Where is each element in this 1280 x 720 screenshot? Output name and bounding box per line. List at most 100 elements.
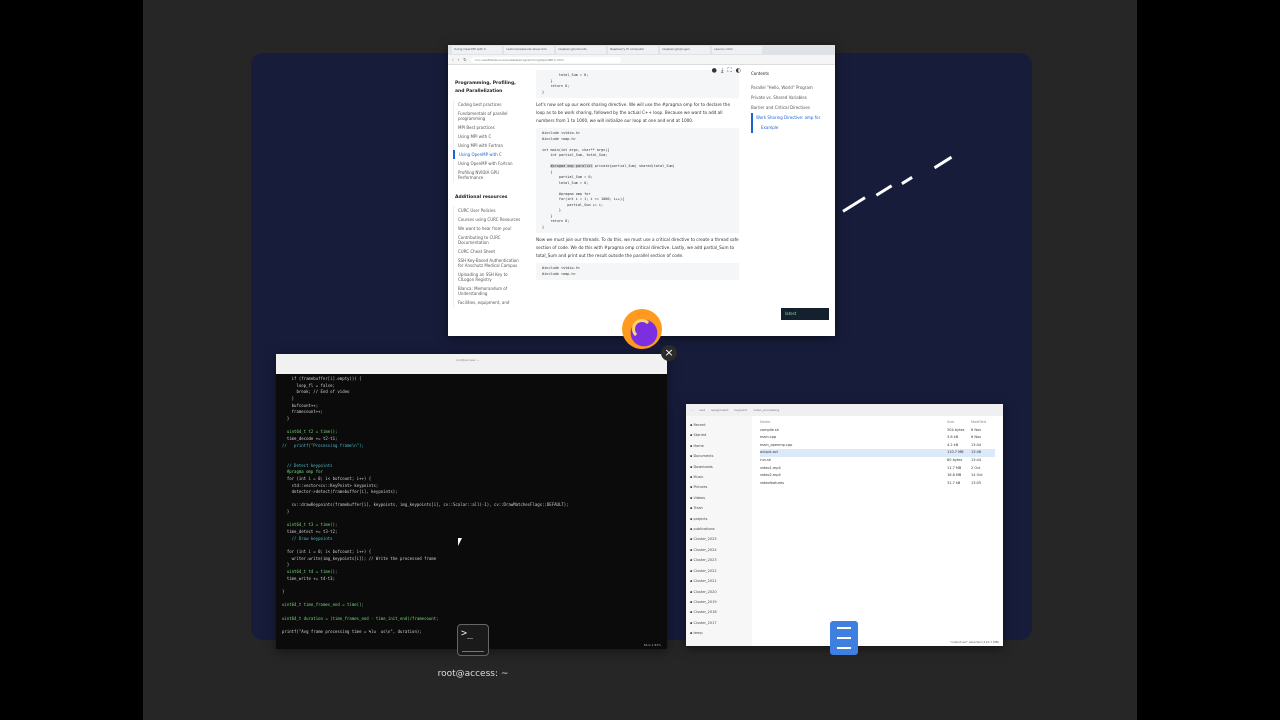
sidebar-place[interactable]: ▪ Home [690,441,748,451]
sidebar-place[interactable]: ▪ Music [690,472,748,482]
nav-item[interactable]: CURC Cheat Sheet [453,247,525,256]
browser-window[interactable]: Using OpenMP with C cashcow/episode-leve… [448,45,835,336]
nav-item[interactable]: We want to hear from you! [453,224,525,233]
terminal-output[interactable]: if (framebuffer[i].empty()) { loop_fl = … [276,374,667,638]
nav-item[interactable]: Using MPI with Fortran [453,141,525,150]
terminal-app-icon[interactable]: >_ [457,624,489,656]
browser-tab[interactable]: raspberrypi/ubuntu [556,46,606,54]
code-block: total_Sum = 0; } return 0; } [536,70,739,98]
browser-tab[interactable]: opencv-intro [712,46,762,54]
toc-item-active[interactable]: Work Sharing Directive: omp for [751,113,829,123]
toc-item[interactable]: Example [751,123,829,133]
sidebar-place[interactable]: ▪ temp [690,628,748,638]
code-line: // printf("Processing frame\n"); [282,442,364,448]
code-line: } [282,395,295,401]
nav-item[interactable]: Using MPI with C [453,132,525,141]
forward-icon[interactable]: › [458,57,460,62]
sidebar-place[interactable]: ▪ Cluster_2019 [690,597,748,607]
nav-item[interactable]: Using OpenMP with Fortran [453,159,525,168]
window-label: root@access: ~ [437,669,509,679]
file-manager-window[interactable]: ‹ rest assignment keypoint video_process… [686,404,1003,646]
sidebar-place[interactable]: ▪ Videos [690,493,748,503]
back-icon[interactable]: ‹ [452,57,454,62]
file-row[interactable]: main_openmp.cpp 4.2 kB 13:44 [760,442,995,450]
reload-icon[interactable]: ↻ [463,57,466,62]
file-row[interactable]: run.sh 80 bytes 13:44 [760,457,995,465]
nav-item[interactable]: CURC User Policies [453,206,525,215]
close-icon[interactable]: × [661,345,677,361]
nav-item-active[interactable]: Using OpenMP with C [453,150,525,159]
sidebar-place[interactable]: ▪ Cluster_2018 [690,607,748,617]
nav-heading: Additional resources [455,195,508,200]
theme-icon[interactable]: ◐ [736,67,741,75]
sidebar-place[interactable]: ▪ Recent [690,420,748,430]
sidebar-place[interactable]: ▪ Pictures [690,482,748,492]
path-segment[interactable]: video_processing [753,408,779,412]
code-line: uint64_t duration = (time_frames_end - t… [282,615,439,621]
path-segment[interactable]: keypoint [734,408,747,412]
sidebar-place[interactable]: ▪ Cluster_2020 [690,587,748,597]
files-app-icon[interactable] [830,621,858,655]
sidebar-place[interactable]: ▪ Starred [690,430,748,440]
nav-item[interactable]: MPI Best practices [453,123,525,132]
sidebar-place[interactable]: ▪ Cluster_2017 [690,618,748,628]
sidebar-place[interactable]: ▪ Trash [690,503,748,513]
fullscreen-icon[interactable]: ⛶ [728,67,732,75]
file-row[interactable]: videofeatures 31.7 kB 13:05 [760,480,995,488]
nav-item[interactable]: Facilities, equipment, and [453,298,525,307]
nav-toolbar: ‹ › ↻ curc.readthedocs.io/en/latest/prog… [448,55,835,65]
address-bar[interactable]: curc.readthedocs.io/en/latest/programmin… [470,56,621,63]
nav-item[interactable]: Courses using CURC Resources [453,215,525,224]
version-badge[interactable]: latest [781,308,829,320]
sidebar-place[interactable]: ▪ Cluster_2021 [690,576,748,586]
browser-tab[interactable]: Using OpenMP with C [452,46,502,54]
code-line: uint64_t t3 = time(); [282,522,338,528]
sidebar-place[interactable]: ▪ Downloads [690,462,748,472]
path-segment[interactable]: assignment [711,408,728,412]
nav-item[interactable]: Uploading an SSH Key to CILogon Registry [453,270,525,284]
file-row[interactable]: video1.mp4 11.7 MB 2 Oct [760,465,995,473]
places-sidebar: ▪ Recent ▪ Starred ▪ Home ▪ Documents ▪ Down… [686,416,752,646]
code-line: #pragma omp for [282,469,323,475]
terminal-titlebar: root@access: ~ [276,354,667,374]
toc-item[interactable]: Barrier and Critical Directives [751,103,829,113]
nav-item[interactable]: Fundamentals of parallel programming [453,109,525,123]
nav-item[interactable]: Coding best practices [453,100,525,109]
sidebar-place[interactable]: ▪ publications [690,524,748,534]
sidebar-place[interactable]: ▪ Cluster_2025 [690,534,748,544]
toc-item[interactable]: Parallel "Hello, World" Program [751,83,829,93]
path-segment[interactable]: rest [699,408,705,412]
toc-item[interactable]: Private vs. Shared Variables [751,93,829,103]
terminal-title: root@access: ~ [456,358,480,362]
terminal-window[interactable]: root@access: ~ if (framebuffer[i].empty(… [276,354,667,649]
github-icon[interactable]: ● [712,67,717,75]
sidebar-place[interactable]: ▪ Cluster_2023 [690,555,748,565]
code-line: uint64_t t4 = time(); [282,569,338,575]
nav-item[interactable]: Contributing to CURC Documentation [453,233,525,247]
sidebar-place[interactable]: ▪ projects [690,514,748,524]
code-line: time_write += t4-t3; [282,575,335,581]
browser-tab[interactable]: Raspberry Pi computer [608,46,658,54]
file-row[interactable]: video2.mp4 16.8 MB 14 Oct [760,472,995,480]
file-row[interactable]: compile.sh 304 bytes 6 Nov [760,427,995,435]
browser-tab[interactable]: raspberrypi/pi-gen [660,46,710,54]
nav-item[interactable]: Profiling NVIDIA GPU Performance [453,168,525,182]
nav-item[interactable]: SSH Key-Based Authentication for Anschut… [453,256,525,270]
firefox-icon[interactable] [622,309,662,349]
nav-item[interactable]: Blanca: Memorandum of Understanding [453,284,525,298]
download-icon[interactable]: ⤓ [721,67,724,75]
browser-tab[interactable]: cashcow/episode-level-min [504,46,554,54]
back-icon[interactable]: ‹ [692,408,693,412]
sidebar-place[interactable]: ▪ Documents [690,451,748,461]
table-of-contents: Contents Parallel "Hello, World" Program… [745,65,835,336]
file-list: Name Size Modified compile.sh 304 bytes 6 No… [752,416,1003,646]
sidebar-place[interactable]: ▪ Cluster_2024 [690,545,748,555]
file-row[interactable]: output.avi 110.7 MB 13:46 [760,449,995,457]
file-row[interactable]: main.cpp 3.6 kB 6 Nov [760,434,995,442]
editor-status: 84,0-1 83% [643,643,661,647]
sidebar-place[interactable]: ▪ Cluster_2022 [690,566,748,576]
wallpaper-dashes [841,155,981,213]
